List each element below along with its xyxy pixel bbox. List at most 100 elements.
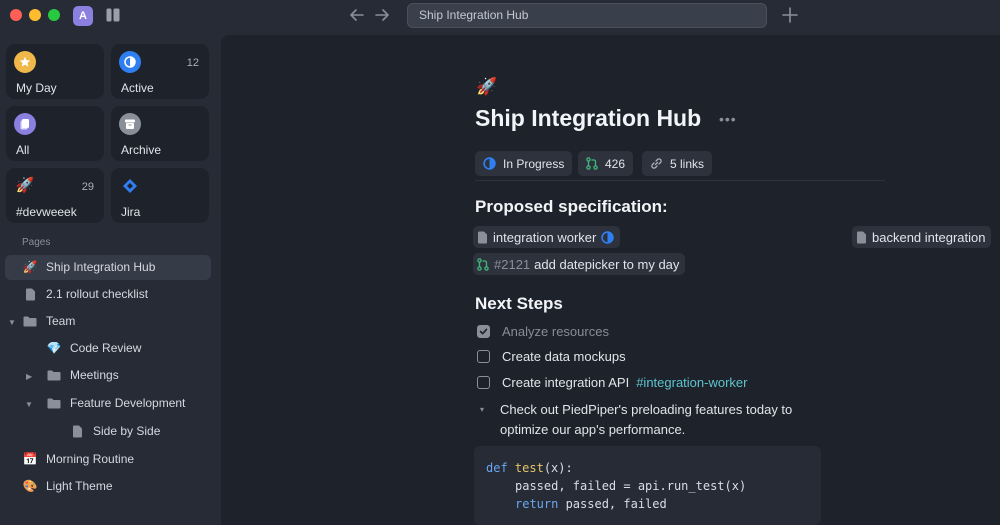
document-icon (477, 231, 488, 244)
document-icon (22, 287, 38, 303)
editor-area: 🚀 Ship Integration Hub ••• In Progress 4… (221, 35, 1000, 525)
sidebar-page-rollout-checklist[interactable]: 2.1 rollout checklist (5, 282, 211, 307)
tile-label: Active (121, 81, 154, 95)
sidebar-page-code-review[interactable]: 💎 Code Review (5, 336, 211, 361)
pull-request-icon (477, 257, 489, 271)
jira-icon (119, 175, 141, 197)
mention-label: integration worker (493, 229, 597, 245)
checkbox-checked[interactable] (477, 325, 490, 338)
tile-all[interactable]: All (6, 106, 104, 161)
code-block[interactable]: def test(x): passed, failed = api.run_te… (474, 446, 821, 525)
pull-request-count: 426 (605, 156, 626, 171)
page-label: Meetings (70, 368, 119, 382)
document-icon (69, 424, 85, 440)
page-label: Morning Routine (46, 452, 135, 466)
page-label: Team (46, 314, 76, 328)
todo-text: Analyze resources (502, 324, 609, 339)
divider (475, 180, 885, 181)
more-options-icon[interactable]: ••• (719, 111, 737, 127)
link-icon (650, 157, 663, 170)
page-mention-integration-worker[interactable]: integration worker (473, 226, 621, 248)
tile-jira[interactable]: Jira (111, 168, 209, 223)
mention-label: backend integration (872, 229, 986, 245)
todo-item: Create integration API #integration-work… (477, 375, 747, 390)
back-arrow-icon[interactable] (349, 7, 365, 28)
checkbox[interactable] (477, 350, 490, 363)
minimize-window-button[interactable] (29, 9, 41, 21)
pull-request-ref: #2121 (494, 256, 531, 272)
tile-active[interactable]: 12 Active (111, 44, 209, 99)
tile-archive[interactable]: Archive (111, 106, 209, 161)
plus-icon[interactable] (781, 6, 799, 29)
tile-devweeek[interactable]: 🚀 29 #devweeek (6, 168, 104, 223)
tile-count: 29 (81, 181, 94, 193)
pull-request-icon (586, 157, 598, 170)
search-input[interactable]: Ship Integration Hub (407, 3, 767, 28)
half-circle-icon (483, 157, 496, 170)
pull-request-mention[interactable]: #2121 add datepicker to my day (473, 253, 686, 275)
pages-section-header: Pages (22, 237, 51, 248)
palette-emoji-icon: 🎨 (22, 479, 38, 493)
folder-icon (46, 396, 62, 412)
sidebar: My Day 12 Active All Archive 🚀 29 #devwe… (0, 32, 220, 525)
star-icon (14, 51, 36, 73)
code-line: def test(x): (486, 461, 573, 475)
maximize-window-button[interactable] (48, 9, 60, 21)
tile-count: 12 (186, 57, 199, 69)
tile-label: #devweeek (16, 205, 77, 219)
links-count: 5 links (670, 156, 705, 171)
status-badge[interactable]: In Progress (475, 151, 573, 176)
sidebar-page-morning-routine[interactable]: 📅 Morning Routine (5, 447, 211, 472)
gem-emoji-icon: 💎 (46, 341, 62, 355)
pages-icon (14, 113, 36, 135)
page-label: Side by Side (93, 424, 161, 438)
sidebar-folder-team[interactable]: Team (5, 309, 211, 334)
half-circle-icon (601, 230, 615, 244)
todo-text: Create data mockups (502, 349, 626, 364)
todo-item: Analyze resources (477, 324, 609, 339)
pull-request-title: add datepicker to my day (534, 256, 680, 272)
tile-my-day[interactable]: My Day (6, 44, 104, 99)
chevron-down-icon[interactable]: ▾ (480, 405, 484, 414)
page-label: 2.1 rollout checklist (46, 287, 149, 301)
forward-arrow-icon[interactable] (374, 7, 390, 28)
page-label: Code Review (70, 341, 142, 355)
page-label: Ship Integration Hub (46, 260, 156, 274)
title-bar: A Ship Integration Hub (0, 0, 1000, 32)
pull-request-badge[interactable]: 426 (578, 151, 634, 176)
workspace-avatar[interactable]: A (73, 6, 93, 26)
tag-link[interactable]: #integration-worker (636, 375, 747, 390)
status-label: In Progress (503, 156, 565, 171)
page-title[interactable]: Ship Integration Hub (475, 105, 701, 132)
document-icon (856, 231, 867, 244)
checkbox[interactable] (477, 376, 490, 389)
sidebar-page-ship-integration-hub[interactable]: 🚀 Ship Integration Hub (5, 255, 211, 280)
calendar-emoji-icon: 📅 (22, 452, 38, 466)
code-line: passed, failed = api.run_test(x) (515, 479, 747, 493)
links-badge[interactable]: 5 links (642, 151, 713, 176)
rocket-emoji-icon: 🚀 (15, 177, 35, 194)
archive-icon (119, 113, 141, 135)
spec-heading: Proposed specification: (475, 197, 668, 216)
code-line: return passed, failed (515, 497, 667, 511)
next-steps-heading: Next Steps (475, 294, 563, 313)
sidebar-page-side-by-side[interactable]: Side by Side (5, 419, 211, 444)
sidebar-folder-meetings[interactable]: Meetings (5, 363, 211, 388)
tile-label: Jira (121, 205, 141, 219)
sidebar-folder-feature-development[interactable]: Feature Development (5, 391, 211, 416)
page-label: Feature Development (70, 396, 186, 410)
paragraph[interactable]: Check out PiedPiper's preloading feature… (500, 400, 810, 440)
page-mention-backend-integration[interactable]: backend integration (852, 226, 992, 248)
page-label: Light Theme (46, 479, 113, 493)
half-circle-icon (119, 51, 141, 73)
tile-label: Archive (121, 143, 162, 157)
sidebar-toggle-icon[interactable] (106, 8, 120, 27)
close-window-button[interactable] (10, 9, 22, 21)
tile-label: My Day (16, 81, 57, 95)
folder-icon (46, 368, 62, 384)
folder-icon (22, 314, 38, 330)
todo-text: Create integration API (502, 375, 630, 390)
page-emoji-icon[interactable]: 🚀 (476, 77, 497, 97)
sidebar-page-light-theme[interactable]: 🎨 Light Theme (5, 474, 211, 499)
tile-label: All (16, 143, 30, 157)
